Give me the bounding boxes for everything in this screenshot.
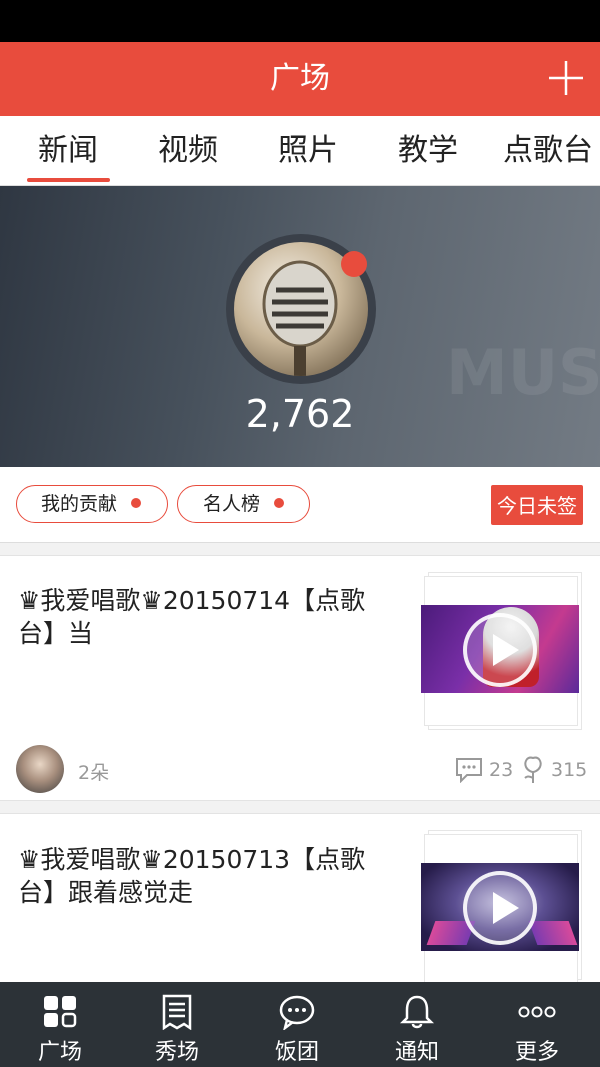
post-title: ♛我爱唱歌♛20150714【点歌台】当 xyxy=(18,586,366,648)
tab-song-request[interactable]: 点歌台 xyxy=(498,116,598,186)
nav-label: 广场 xyxy=(37,1040,82,1065)
bottom-navigation: 广场 秀场 饭团 通知 更多 xyxy=(0,982,600,1067)
nav-label: 饭团 xyxy=(274,1040,319,1065)
title-bar: 广场 xyxy=(0,42,600,116)
red-dot-icon xyxy=(274,498,285,508)
daily-signin-label: 今日未签 xyxy=(497,494,577,518)
document-icon xyxy=(162,994,192,1030)
video-thumbnail[interactable] xyxy=(421,863,579,951)
active-tab-indicator xyxy=(27,178,110,182)
my-contribution-button[interactable]: 我的贡献 xyxy=(16,485,168,523)
nav-notifications[interactable]: 通知 xyxy=(357,982,477,1067)
chat-bubble-icon xyxy=(279,995,315,1030)
hero-count: 2,762 xyxy=(245,392,355,436)
avatar[interactable] xyxy=(16,745,64,793)
comment-icon[interactable] xyxy=(455,757,483,783)
tab-teaching[interactable]: 教学 xyxy=(378,116,478,186)
nav-fan-club[interactable]: 饭团 xyxy=(237,982,357,1067)
flower-icon[interactable] xyxy=(521,754,545,784)
play-icon[interactable] xyxy=(463,871,537,945)
play-icon[interactable] xyxy=(463,613,537,687)
plus-icon[interactable] xyxy=(546,58,586,98)
more-dots-icon xyxy=(518,1006,556,1018)
nav-plaza[interactable]: 广场 xyxy=(0,982,120,1067)
nav-label: 更多 xyxy=(514,1040,559,1065)
grid-icon xyxy=(44,996,77,1028)
nav-label: 通知 xyxy=(394,1040,439,1065)
tab-photos[interactable]: 照片 xyxy=(258,116,358,186)
like-count: 315 xyxy=(551,759,588,781)
nav-showroom[interactable]: 秀场 xyxy=(117,982,237,1067)
notification-dot xyxy=(341,251,367,277)
page-title: 广场 xyxy=(270,61,330,96)
tab-videos[interactable]: 视频 xyxy=(138,116,238,186)
nav-label: 秀场 xyxy=(154,1040,199,1065)
tab-news[interactable]: 新闻 xyxy=(18,116,118,186)
video-thumbnail[interactable] xyxy=(421,605,579,693)
flower-count: 2朵 xyxy=(78,762,110,784)
nav-more[interactable]: 更多 xyxy=(477,982,597,1067)
tab-bar: 新闻 视频 照片 教学 点歌台 xyxy=(0,116,600,186)
post-title: ♛我爱唱歌♛20150713【点歌台】跟着感觉走 xyxy=(18,845,366,907)
red-dot-icon xyxy=(131,498,142,508)
status-bar xyxy=(0,0,600,42)
comment-count: 23 xyxy=(489,759,514,781)
bell-icon xyxy=(399,995,435,1029)
daily-signin-button[interactable]: 今日未签 xyxy=(491,482,583,525)
calendar-rings-icon xyxy=(497,482,577,486)
my-contribution-label: 我的贡献 xyxy=(41,493,118,515)
celebrity-ranking-label: 名人榜 xyxy=(203,493,261,515)
celebrity-ranking-button[interactable]: 名人榜 xyxy=(177,485,310,523)
